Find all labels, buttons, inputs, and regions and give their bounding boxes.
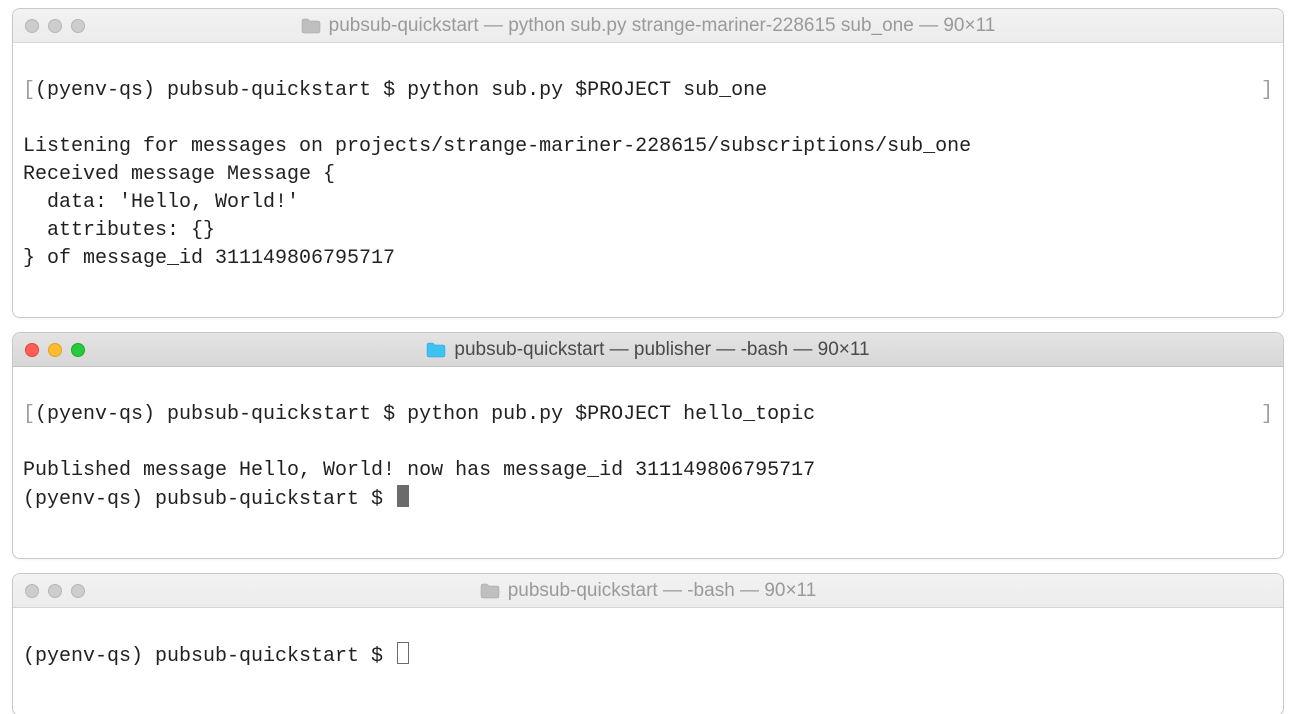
terminal-line: Published message Hello, World! now has … bbox=[23, 459, 815, 482]
close-icon[interactable] bbox=[25, 343, 39, 357]
traffic-lights bbox=[25, 19, 85, 33]
window-title: pubsub-quickstart — python sub.py strang… bbox=[13, 15, 1283, 37]
cursor-icon bbox=[397, 642, 409, 664]
terminal-window-publisher[interactable]: pubsub-quickstart — publisher — -bash — … bbox=[12, 332, 1284, 559]
window-title: pubsub-quickstart — publisher — -bash — … bbox=[13, 339, 1283, 361]
terminal-line: } of message_id 311149806795717 bbox=[23, 247, 395, 270]
terminal-line: attributes: {} bbox=[23, 219, 215, 242]
terminal-prompt: (pyenv-qs) pubsub-quickstart $ bbox=[23, 645, 395, 668]
terminal-output[interactable]: [(pyenv-qs) pubsub-quickstart $ python s… bbox=[13, 43, 1283, 317]
window-title-text: pubsub-quickstart — python sub.py strang… bbox=[329, 15, 996, 37]
traffic-lights bbox=[25, 343, 85, 357]
window-title-text: pubsub-quickstart — publisher — -bash — … bbox=[454, 339, 869, 361]
terminal-line: Received message Message { bbox=[23, 163, 335, 186]
close-icon[interactable] bbox=[25, 19, 39, 33]
terminal-output[interactable]: [(pyenv-qs) pubsub-quickstart $ python p… bbox=[13, 367, 1283, 558]
terminal-line: (pyenv-qs) pubsub-quickstart $ python su… bbox=[35, 77, 1261, 105]
minimize-icon[interactable] bbox=[48, 19, 62, 33]
terminal-line: (pyenv-qs) pubsub-quickstart $ python pu… bbox=[35, 401, 1261, 429]
maximize-icon[interactable] bbox=[71, 19, 85, 33]
titlebar[interactable]: pubsub-quickstart — publisher — -bash — … bbox=[13, 333, 1283, 367]
folder-icon bbox=[301, 18, 321, 34]
terminal-line: data: 'Hello, World!' bbox=[23, 191, 299, 214]
maximize-icon[interactable] bbox=[71, 343, 85, 357]
minimize-icon[interactable] bbox=[48, 343, 62, 357]
terminal-window-bash[interactable]: pubsub-quickstart — -bash — 90×11 (pyenv… bbox=[12, 573, 1284, 714]
terminal-window-subscriber[interactable]: pubsub-quickstart — python sub.py strang… bbox=[12, 8, 1284, 318]
cursor-icon bbox=[397, 485, 409, 507]
folder-icon bbox=[426, 342, 446, 358]
titlebar[interactable]: pubsub-quickstart — -bash — 90×11 bbox=[13, 574, 1283, 608]
terminal-output[interactable]: (pyenv-qs) pubsub-quickstart $ bbox=[13, 608, 1283, 714]
terminal-line: Listening for messages on projects/stran… bbox=[23, 135, 971, 158]
titlebar[interactable]: pubsub-quickstart — python sub.py strang… bbox=[13, 9, 1283, 43]
terminal-prompt: (pyenv-qs) pubsub-quickstart $ bbox=[23, 488, 395, 511]
